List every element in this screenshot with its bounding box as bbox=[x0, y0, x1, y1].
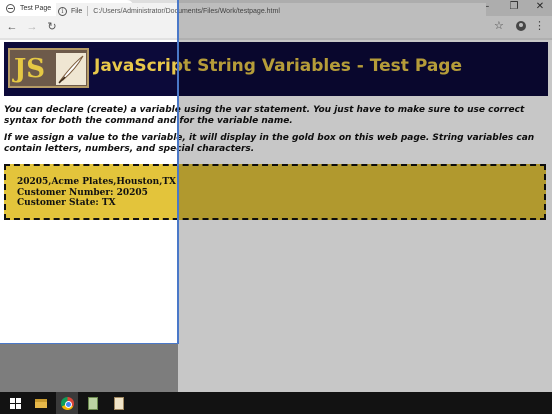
explain-paragraph: If we assign a value to the variable, it… bbox=[4, 133, 535, 154]
browser-window: Test Page × + – ❐ ✕ ← → ↻ i File C:/User… bbox=[0, 0, 552, 392]
bookmark-star-icon[interactable]: ☆ bbox=[494, 19, 504, 33]
windows-start-icon bbox=[9, 397, 21, 409]
back-button[interactable]: ← bbox=[4, 19, 20, 35]
chrome-icon bbox=[60, 396, 74, 410]
js-logo: JS bbox=[8, 48, 89, 88]
quill-icon bbox=[56, 53, 86, 85]
taskbar bbox=[0, 392, 552, 414]
window-edge bbox=[177, 0, 179, 344]
taskbar-document[interactable] bbox=[108, 392, 130, 414]
document-icon bbox=[114, 396, 124, 410]
output-line-customer-number: Customer Number: 20205 bbox=[17, 187, 148, 198]
address-bar[interactable]: i File C:/Users/Administrator/Documents/… bbox=[56, 3, 486, 19]
scheme-label: File bbox=[71, 7, 83, 15]
close-window-button[interactable]: ✕ bbox=[526, 0, 552, 14]
browser-toolbar: ← → ↻ bbox=[0, 16, 552, 38]
taskbar-file-explorer[interactable] bbox=[30, 392, 52, 414]
page-banner: JS JavaScript String Variables - Test Pa… bbox=[4, 42, 548, 96]
start-button[interactable] bbox=[4, 392, 26, 414]
output-line-customer-state: Customer State: TX bbox=[17, 198, 116, 208]
taskbar-notepad[interactable] bbox=[82, 392, 104, 414]
page-content: JS JavaScript String Variables - Test Pa… bbox=[0, 40, 552, 392]
menu-icon[interactable]: ⋮ bbox=[534, 19, 545, 33]
maximize-button[interactable]: ❐ bbox=[500, 0, 528, 14]
address-separator bbox=[87, 6, 89, 16]
notepad-icon bbox=[88, 396, 98, 410]
taskbar-chrome[interactable] bbox=[56, 392, 78, 414]
account-icon[interactable] bbox=[516, 21, 526, 31]
reload-button[interactable]: ↻ bbox=[44, 19, 60, 35]
gold-output-box: 20205,Acme Plates,Houston,TX Customer Nu… bbox=[4, 164, 546, 220]
window-bottom-edge bbox=[0, 343, 179, 344]
output-line-record: 20205,Acme Plates,Houston,TX bbox=[17, 177, 177, 187]
url-text[interactable]: C:/Users/Administrator/Documents/Files/W… bbox=[93, 8, 280, 15]
page-title: JavaScript String Variables - Test Page bbox=[94, 56, 462, 76]
intro-paragraph: You can declare (create) a variable usin… bbox=[4, 105, 525, 126]
globe-icon bbox=[6, 3, 15, 13]
dimmed-area bbox=[0, 344, 178, 392]
logo-text: JS bbox=[14, 54, 46, 84]
forward-button[interactable]: → bbox=[24, 19, 40, 35]
info-icon[interactable]: i bbox=[58, 6, 67, 16]
file-explorer-icon bbox=[35, 398, 47, 408]
